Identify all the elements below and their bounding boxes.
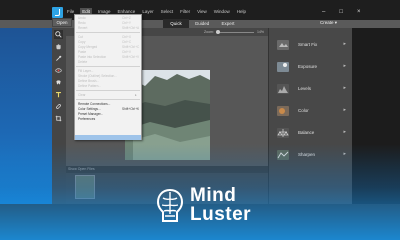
adjustment-sharpen[interactable]: Sharpen ▸ [270, 146, 350, 164]
adjustment-levels[interactable]: Levels ▸ [270, 80, 350, 98]
menu-item-color-settings[interactable]: Color Settings... [78, 107, 101, 111]
menu-item-preset-manager[interactable]: Preset Manager... [78, 112, 103, 116]
expand-arrow-icon[interactable]: ▸ [343, 129, 346, 135]
adjustment-label: Balance [298, 130, 315, 135]
menu-item-clear[interactable]: Clear [78, 93, 86, 97]
menu-item-fill-layer[interactable]: Fill Layer... [78, 69, 93, 73]
menu-shortcut: Ctrl+C [122, 40, 132, 44]
editor-window: File Edit Image Enhance Layer Select Filter Vie… [0, 0, 400, 240]
zoom-label: Zoom: [204, 30, 214, 34]
adjustment-label: Color [298, 108, 309, 113]
brand-subtitle: Luster [190, 204, 252, 225]
smart-fix-icon [277, 40, 289, 50]
menu-separator [76, 32, 140, 33]
brand-title: Mind [190, 185, 237, 206]
zoom-tool-icon[interactable] [54, 30, 63, 39]
menu-separator [76, 99, 140, 100]
whiten-teeth-tool-icon[interactable] [54, 78, 63, 87]
levels-icon [277, 84, 289, 94]
side-strip [352, 28, 400, 204]
photo-bin-header [66, 166, 268, 173]
spot-healing-brush-icon[interactable] [54, 102, 63, 111]
menu-item-define-brush[interactable]: Define Brush... [78, 79, 99, 83]
menu-item-define-pattern[interactable]: Define Pattern... [78, 84, 101, 88]
menu-item-stroke-outline-selection[interactable]: Stroke (Outline) Selection... [78, 74, 117, 78]
adjustment-balance[interactable]: Balance ▸ [270, 124, 350, 142]
menu-window[interactable]: Window [213, 8, 231, 16]
balance-icon [277, 128, 289, 138]
menu-item-remote-connections[interactable]: Remote Connections... [78, 102, 110, 106]
exposure-icon [277, 62, 289, 72]
brain-logo-icon [156, 188, 184, 222]
menu-shortcut: Shift+Ctrl+K [122, 107, 140, 111]
expand-arrow-icon[interactable]: ▸ [343, 107, 346, 113]
adjustment-label: Levels [298, 86, 312, 91]
adjustment-color[interactable]: Color ▸ [270, 102, 350, 120]
app-logo-icon[interactable] [52, 7, 63, 18]
menu-shortcut: Shift+Ctrl+A [122, 26, 140, 30]
menu-highlight [75, 135, 141, 140]
expand-arrow-icon[interactable]: ▸ [343, 63, 346, 69]
expand-arrow-icon[interactable]: ▸ [343, 85, 346, 91]
menu-select[interactable]: Select [160, 8, 175, 16]
menu-view[interactable]: View [196, 8, 208, 16]
menu-separator [76, 66, 140, 67]
menu-help[interactable]: Help [236, 8, 247, 16]
tab-expert[interactable]: Expert [215, 19, 241, 28]
expand-arrow-icon[interactable]: ▸ [343, 41, 346, 47]
tab-quick[interactable]: Quick [163, 19, 189, 28]
zoom-slider-thumb[interactable] [216, 30, 220, 34]
create-button[interactable]: Create ▾ [320, 19, 344, 27]
crop-tool-icon[interactable] [54, 114, 63, 123]
tab-guided[interactable]: Guided [189, 19, 215, 28]
menu-shortcut: Shift+Ctrl+V [122, 55, 140, 59]
window-controls: – □ × [322, 8, 360, 16]
mode-tabs: Quick Guided Expert [163, 19, 241, 28]
menu-item-delete[interactable]: Delete [78, 60, 87, 64]
open-button[interactable]: Open [52, 18, 72, 27]
menu-filter[interactable]: Filter [179, 8, 191, 16]
adjustment-label: Sharpen [298, 152, 316, 157]
photo-bin-label[interactable]: Show Open Files [68, 167, 95, 171]
menu-item-redo[interactable]: Redo [78, 21, 86, 25]
menu-shortcut: Ctrl+Z [122, 16, 131, 20]
minimize-icon[interactable]: – [322, 8, 325, 16]
menu-shortcut: Ctrl+V [122, 50, 131, 54]
menu-shortcut: Shift+Ctrl+C [122, 45, 140, 49]
close-icon[interactable]: × [357, 8, 361, 16]
menu-item-preferences[interactable]: Preferences [78, 117, 95, 121]
adjustment-exposure[interactable]: Exposure ▸ [270, 58, 350, 76]
red-eye-tool-icon[interactable] [54, 66, 63, 75]
zoom-value: 14% [257, 30, 265, 34]
menu-layer[interactable]: Layer [141, 8, 154, 16]
menu-shortcut: Ctrl+X [122, 35, 131, 39]
menu-item-revert[interactable]: Revert [78, 26, 87, 30]
adjustment-label: Smart Fix [298, 42, 318, 47]
adjustment-smart-fix[interactable]: Smart Fix ▸ [270, 36, 350, 54]
type-tool-icon[interactable] [54, 90, 63, 99]
expand-arrow-icon[interactable]: ▸ [343, 151, 346, 157]
sharpen-icon [277, 150, 289, 160]
menu-item-cut[interactable]: Cut [78, 35, 83, 39]
hand-tool-icon[interactable] [54, 42, 63, 51]
maximize-icon[interactable]: □ [339, 8, 343, 16]
quick-selection-tool-icon[interactable] [54, 54, 63, 63]
menu-item-paste-into-selection[interactable]: Paste into Selection [78, 55, 106, 59]
menu-item-copy[interactable]: Copy [78, 40, 85, 44]
color-icon [277, 106, 289, 116]
menu-item-undo[interactable]: Undo [78, 16, 86, 20]
zoom-slider[interactable] [216, 32, 254, 33]
photo-thumbnail[interactable] [75, 175, 95, 199]
menu-separator [76, 90, 140, 91]
menu-item-copy-merged[interactable]: Copy Merged [78, 45, 97, 49]
menu-item-paste[interactable]: Paste [78, 50, 86, 54]
adjustment-label: Exposure [298, 64, 318, 69]
submenu-arrow-icon: ▸ [135, 93, 137, 97]
menu-shortcut: Ctrl+Y [122, 21, 131, 25]
